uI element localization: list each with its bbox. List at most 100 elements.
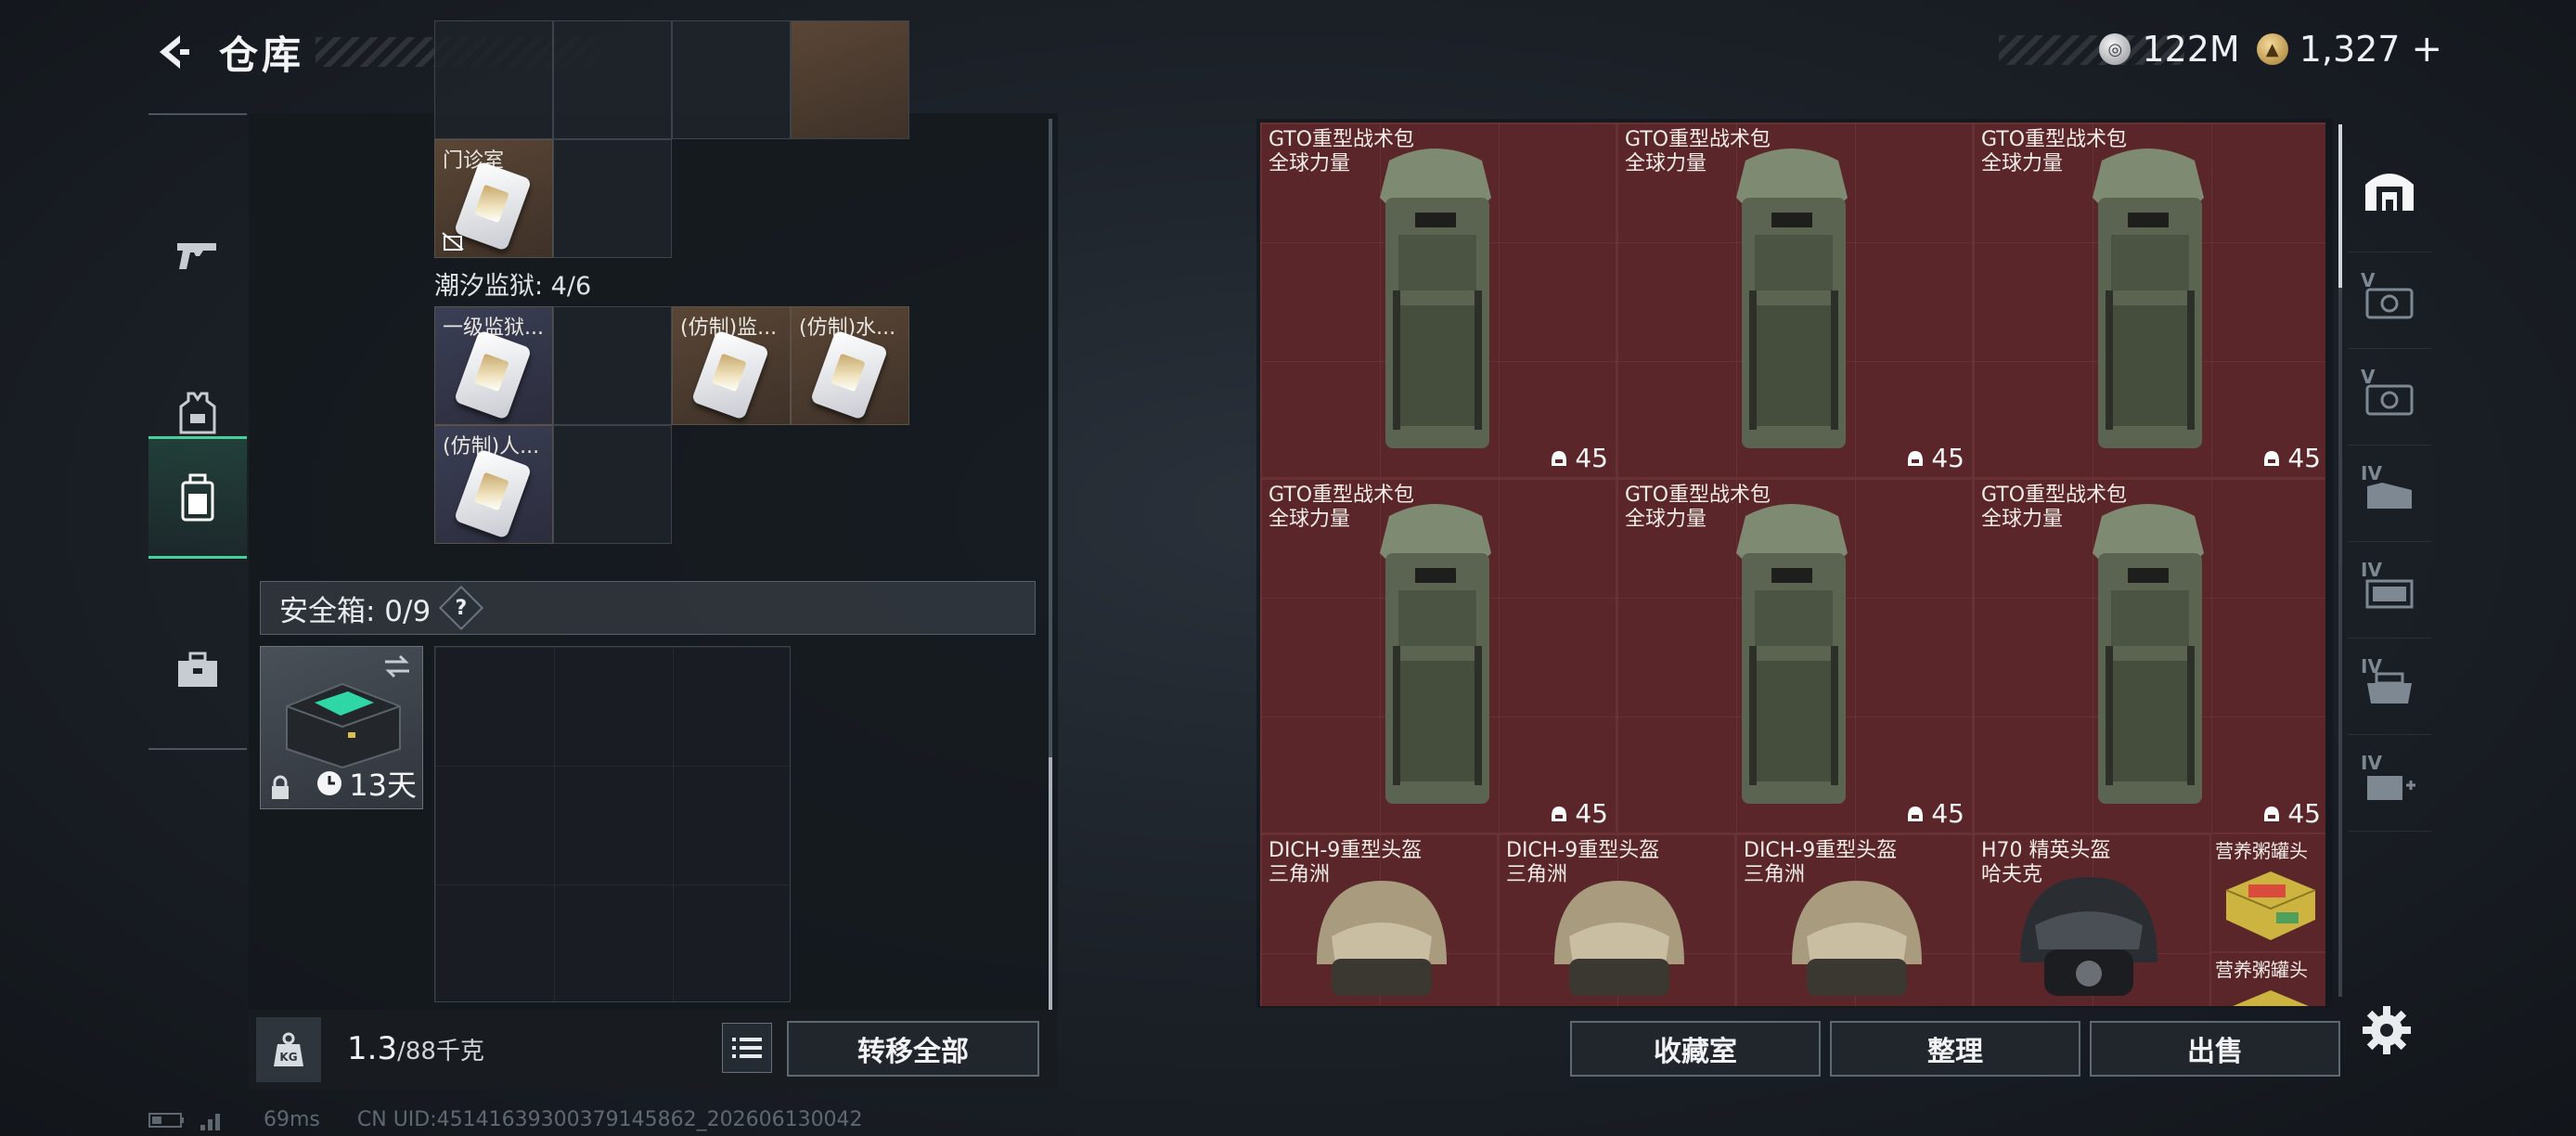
food-can-image (2233, 990, 2309, 1006)
item-keycard-clinic[interactable]: 门诊室 (434, 139, 553, 258)
case-level: IV (2361, 462, 2382, 484)
keycard-icon (809, 329, 889, 420)
item-prison-keycard-3[interactable]: (仿制)水... (791, 306, 909, 425)
weight-kg-icon: KG (274, 1032, 303, 1066)
currency-gold[interactable]: ▲ 1,327 + (2256, 28, 2442, 71)
case-level: V (2361, 366, 2376, 388)
weight-current: 1.3 (347, 1030, 398, 1067)
item-backpack-gto[interactable]: GTO重型战术包 全球力量 45 (1260, 478, 1616, 833)
safe-box-grid[interactable] (434, 646, 791, 1002)
sell-button[interactable]: 出售 (2090, 1021, 2340, 1077)
nav-tools[interactable] (148, 609, 247, 731)
helmet-durability-icon (2264, 806, 2280, 821)
item-helmet-h70[interactable]: H70 精英头盔 哈夫克 (1973, 833, 2210, 1006)
currency-silver-value: 122M (2142, 29, 2240, 70)
page-title: 仓库 (219, 32, 305, 78)
nav-case-iv3[interactable]: IV (2348, 639, 2431, 735)
grid-cell (553, 139, 672, 258)
item-prison-keycard-4[interactable]: (仿制)人... (434, 425, 553, 544)
silver-coin-icon: ◎ (2099, 33, 2132, 65)
item-backpack-gto[interactable]: GTO重型战术包 全球力量 45 (1973, 478, 2325, 833)
status-icons (148, 1110, 226, 1130)
helmet-durability-icon (1552, 450, 1567, 466)
item-food-can[interactable]: 营养粥罐头 (2210, 952, 2325, 1006)
helmet-image (1317, 881, 1447, 996)
item-helmet-dich9[interactable]: DICH-9重型头盔 三角洲 (1735, 833, 1973, 1006)
help-button[interactable]: ? (439, 585, 484, 631)
item-backpack-gto[interactable]: GTO重型战术包 全球力量 45 (1616, 123, 1973, 478)
durability: 45 (1905, 798, 1964, 829)
item-prison-keycard-1[interactable]: 一级监狱... (434, 306, 553, 425)
list-view-button[interactable] (722, 1023, 772, 1073)
case-level: V (2361, 269, 2376, 291)
food-can-image (2225, 871, 2316, 940)
collection-room-button[interactable]: 收藏室 (1570, 1021, 1821, 1077)
item-brand: 全球力量 (1269, 508, 1351, 531)
battery-icon (148, 1112, 184, 1128)
item-helmet-dich9[interactable]: DICH-9重型头盔 三角洲 (1260, 833, 1498, 1006)
item-name: 营养粥罐头 (2215, 840, 2308, 862)
nav-backpack[interactable] (148, 436, 247, 559)
item-brand: 全球力量 (1269, 152, 1351, 175)
item-prison-keycard-2[interactable]: (仿制)监... (672, 306, 791, 425)
add-currency-icon[interactable]: + (2411, 28, 2442, 71)
ping-value: 69ms (264, 1108, 320, 1131)
container-scroll-thumb[interactable] (1049, 757, 1052, 1010)
safe-box-item[interactable]: 13天 (260, 646, 423, 809)
item-backpack-gto[interactable]: GTO重型战术包 全球力量 45 (1973, 123, 2325, 478)
grid-cell (791, 20, 909, 139)
settings-button[interactable] (2361, 1004, 2413, 1056)
weight-icon-box: KG (256, 1017, 321, 1082)
item-brand: 全球力量 (1981, 152, 2064, 175)
grid-cell (553, 306, 672, 425)
stash-grid[interactable]: GTO重型战术包 全球力量 45 GTO重型战术包 全球力量 45 GTO重型战… (1260, 123, 2325, 1006)
item-brand: 全球力量 (1625, 152, 1707, 175)
durability-value: 45 (1931, 798, 1964, 829)
gear-icon (2363, 1006, 2411, 1054)
home-icon (2365, 173, 2414, 211)
weight-readout: 1.3/88千克 (347, 1030, 484, 1067)
helmet-image (1792, 881, 1922, 996)
durability: 45 (1549, 798, 1608, 829)
currency-bar: ◎ 122M ▲ 1,327 + (1999, 28, 2442, 71)
back-button[interactable] (147, 26, 199, 78)
safe-box-header: 安全箱: 0/9 ? (260, 581, 1036, 635)
item-backpack-gto[interactable]: GTO重型战术包 全球力量 45 (1616, 478, 1973, 833)
durability: 45 (2261, 443, 2321, 473)
backpack-image (1736, 148, 1848, 448)
gold-coin-icon: ▲ (2256, 33, 2288, 65)
nav-case-iv2[interactable]: IV (2348, 542, 2431, 639)
backpack-image (1736, 504, 1848, 804)
item-backpack-gto[interactable]: GTO重型战术包 全球力量 45 (1260, 123, 1616, 478)
item-name: DICH-9重型头盔 (1506, 839, 1660, 862)
nav-stash-home[interactable] (2348, 123, 2431, 252)
nav-case-iv4[interactable]: IV (2348, 735, 2431, 832)
helmet-durability-icon (1908, 806, 1924, 821)
keycard-icon (453, 329, 533, 420)
nav-case-v2[interactable]: V (2348, 349, 2431, 445)
helmet-durability-icon (1552, 806, 1567, 821)
section-label: 潮汐监狱: 4/6 (434, 272, 592, 301)
timer-value: 13天 (349, 768, 417, 803)
nav-case-v1[interactable]: V (2348, 252, 2431, 349)
item-name: DICH-9重型头盔 (1269, 839, 1423, 862)
svg-text:KG: KG (279, 1051, 297, 1064)
stash-scroll-thumb[interactable] (2338, 124, 2342, 288)
transfer-all-button[interactable]: 转移全部 (787, 1021, 1039, 1077)
swap-icon[interactable] (381, 652, 413, 680)
grid-cell (434, 20, 553, 139)
clock-icon (317, 771, 342, 795)
organize-button[interactable]: 整理 (1830, 1021, 2080, 1077)
grid-cell (553, 425, 672, 544)
no-bring-out-icon (442, 232, 464, 251)
nav-case-iv1[interactable]: IV (2348, 445, 2431, 542)
item-helmet-dich9[interactable]: DICH-9重型头盔 三角洲 (1498, 833, 1735, 1006)
nav-weapons[interactable] (148, 193, 247, 316)
item-name: DICH-9重型头盔 (1744, 839, 1898, 862)
status-bar: 69ms CN UID:45141639300379145862_2026061… (148, 1108, 863, 1131)
item-food-can[interactable]: 营养粥罐头 (2210, 833, 2325, 952)
keycard-icon (453, 448, 533, 539)
lock-icon (272, 775, 289, 799)
backpack-image (1380, 148, 1491, 448)
durability-value: 45 (2287, 798, 2321, 829)
